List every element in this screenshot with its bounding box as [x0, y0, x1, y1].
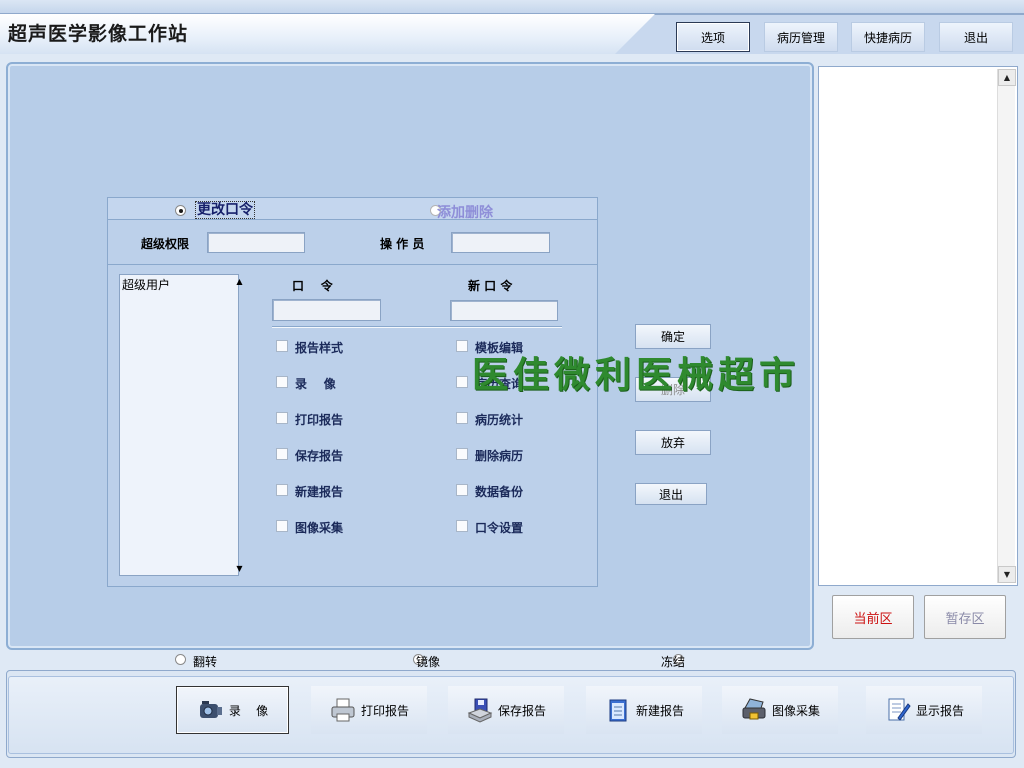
permission-label: 病历统计: [475, 413, 524, 427]
dialog-exit-button[interactable]: 退出: [635, 483, 707, 505]
watermark-text: 医佳微利医械超市: [472, 354, 801, 396]
permission-label: 新建报告: [295, 485, 344, 499]
top-strip: [0, 0, 1024, 14]
records-management-button[interactable]: 病历管理: [764, 22, 838, 52]
dialog-divider: [108, 264, 597, 265]
freeze-label: 冻结: [661, 655, 686, 669]
new-password-field[interactable]: [450, 300, 558, 321]
permission-checkbox[interactable]: [276, 340, 288, 352]
permission-checkbox[interactable]: [276, 484, 288, 496]
scroll-down-icon[interactable]: ▼: [232, 564, 247, 573]
view-options-row: 翻转 镜像 冻结: [0, 652, 1024, 669]
exit-button[interactable]: 退出: [939, 22, 1013, 52]
permission-checkbox[interactable]: [456, 484, 468, 496]
quick-record-button[interactable]: 快捷病历: [851, 22, 925, 52]
scroll-up-icon[interactable]: ▲: [998, 69, 1016, 86]
scroll-up-icon[interactable]: ▲: [232, 277, 247, 286]
operator-label: 操 作 员: [380, 237, 425, 251]
permission-checkbox[interactable]: [456, 376, 468, 388]
permission-label: 数据备份: [475, 485, 524, 499]
image-capture-button[interactable]: 图像采集: [722, 686, 838, 734]
permission-label: 图像采集: [295, 521, 344, 535]
permission-label: 删除病历: [475, 449, 524, 463]
permission-checkbox[interactable]: [276, 376, 288, 388]
super-permission-label: 超级权限: [141, 237, 190, 251]
temp-area-button[interactable]: 暂存区: [924, 595, 1006, 639]
app-title: 超声医学影像工作站: [8, 23, 189, 45]
list-item[interactable]: 超级用户: [120, 275, 238, 294]
record-video-label: 录 像: [228, 703, 269, 718]
super-permission-field[interactable]: [207, 232, 305, 253]
permission-label: 口令设置: [475, 521, 524, 535]
discard-button[interactable]: 放弃: [635, 430, 711, 455]
flip-label: 翻转: [193, 655, 218, 669]
current-area-button[interactable]: 当前区: [832, 595, 914, 639]
options-button[interactable]: 选项: [676, 22, 750, 52]
permission-checkbox[interactable]: [276, 412, 288, 424]
scanner-icon: [740, 696, 768, 724]
show-report-button[interactable]: 显示报告: [866, 686, 982, 734]
permission-checkbox[interactable]: [276, 520, 288, 532]
image-thumbnail-list[interactable]: [818, 66, 1018, 586]
permission-label: 打印报告: [295, 413, 344, 427]
printer-icon: [329, 696, 357, 724]
save-report-label: 保存报告: [497, 703, 546, 718]
permission-label: 录 像: [295, 377, 336, 391]
password-field[interactable]: [272, 299, 381, 321]
flip-radio[interactable]: [175, 654, 186, 665]
show-report-label: 显示报告: [915, 703, 964, 718]
record-video-button[interactable]: 录 像: [176, 686, 289, 734]
permission-checkbox[interactable]: [456, 520, 468, 532]
camera-icon: [197, 696, 225, 724]
print-report-button[interactable]: 打印报告: [311, 686, 427, 734]
scroll-down-icon[interactable]: ▼: [998, 566, 1016, 583]
edit-document-icon: [884, 696, 912, 724]
image-capture-label: 图像采集: [771, 703, 820, 718]
notepad-icon: [604, 696, 632, 724]
permission-checkbox[interactable]: [456, 412, 468, 424]
change-password-radio[interactable]: [175, 205, 186, 216]
new-password-label: 新 口 令: [468, 279, 513, 293]
operator-field[interactable]: [451, 232, 550, 253]
new-report-label: 新建报告: [635, 703, 684, 718]
user-list[interactable]: 超级用户 ▲ ▼: [119, 274, 243, 576]
print-report-label: 打印报告: [360, 703, 409, 718]
dialog-mode-bar: 更改口令 添加删除: [108, 198, 597, 222]
permission-checkbox[interactable]: [456, 340, 468, 352]
thumbnail-list-scrollbar[interactable]: ▲ ▼: [997, 69, 1016, 583]
add-delete-label[interactable]: 添加删除: [437, 202, 493, 222]
change-password-label[interactable]: 更改口令: [195, 201, 255, 219]
save-disk-icon: [466, 696, 494, 724]
permission-label: 保存报告: [295, 449, 344, 463]
user-list-scrollbar[interactable]: ▲ ▼: [232, 277, 247, 573]
password-label: 口 令: [292, 279, 333, 293]
permission-checkbox[interactable]: [276, 448, 288, 460]
save-report-button[interactable]: 保存报告: [448, 686, 564, 734]
permission-divider: [272, 326, 562, 328]
permission-label: 报告样式: [295, 341, 344, 355]
mirror-label: 镜像: [416, 655, 441, 669]
new-report-button[interactable]: 新建报告: [586, 686, 702, 734]
permission-checkbox[interactable]: [456, 448, 468, 460]
